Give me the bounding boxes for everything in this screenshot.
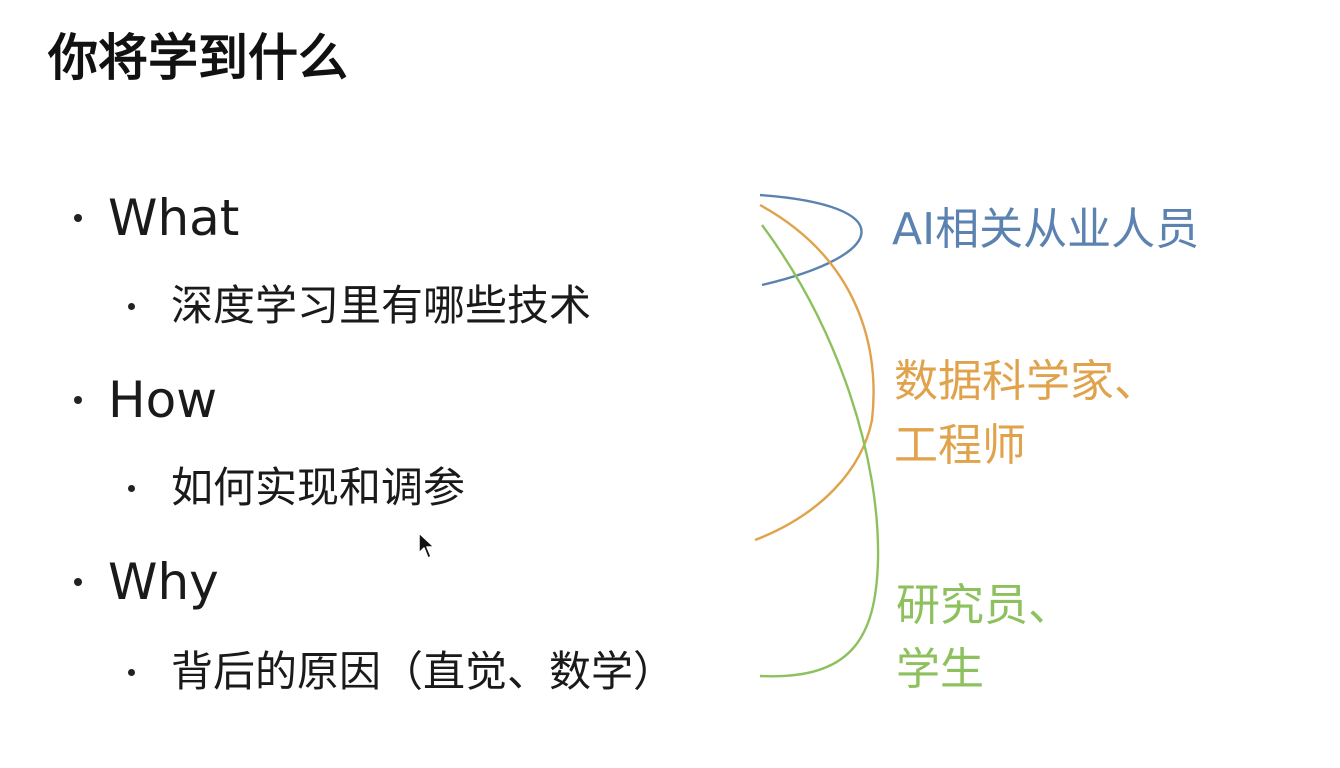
sub-bullet-what: 深度学习里有哪些技术: [128, 278, 591, 334]
annotation-line: 研究员、: [896, 580, 1072, 631]
bullet-dot: [74, 214, 82, 222]
bullet-why: Why: [74, 552, 219, 612]
sub-bullet-label: 深度学习里有哪些技术: [171, 281, 592, 330]
sub-bullet-label: 背后的原因（直觉、数学）: [171, 647, 676, 696]
annotation-data-scientists: 数据科学家、 工程师: [894, 350, 1158, 478]
annotation-line: AI相关从业人员: [892, 204, 1200, 255]
sub-bullet-why: 背后的原因（直觉、数学）: [128, 644, 675, 700]
curve-data-scientists: [754, 203, 875, 542]
sub-bullet-dot: [128, 668, 135, 676]
slide-title: 你将学到什么: [48, 29, 348, 87]
curve-researchers: [759, 224, 880, 678]
sub-bullet-dot: [128, 302, 135, 310]
bullet-what: What: [74, 188, 239, 248]
bullet-dot: [74, 578, 82, 586]
bullet-dot: [74, 396, 82, 404]
bullet-how: How: [74, 370, 217, 430]
annotation-line: 学生: [896, 644, 984, 695]
annotation-line: 数据科学家、: [894, 356, 1158, 407]
slide: 你将学到什么 What 深度学习里有哪些技术 How 如何实现和调参 Why 背…: [0, 0, 1340, 768]
annotation-line: 工程师: [894, 420, 1026, 471]
bullet-label: How: [108, 371, 218, 429]
sub-bullet-label: 如何实现和调参: [171, 463, 466, 512]
sub-bullet-dot: [128, 484, 135, 492]
bullet-label: What: [108, 189, 240, 247]
annotation-ai-practitioners: AI相关从业人员: [892, 198, 1199, 262]
bullet-label: Why: [108, 553, 219, 611]
mouse-pointer-icon: [418, 532, 435, 559]
annotation-researchers: 研究员、 学生: [896, 574, 1072, 702]
curve-ai-practitioners: [759, 193, 863, 287]
sub-bullet-how: 如何实现和调参: [128, 460, 465, 516]
